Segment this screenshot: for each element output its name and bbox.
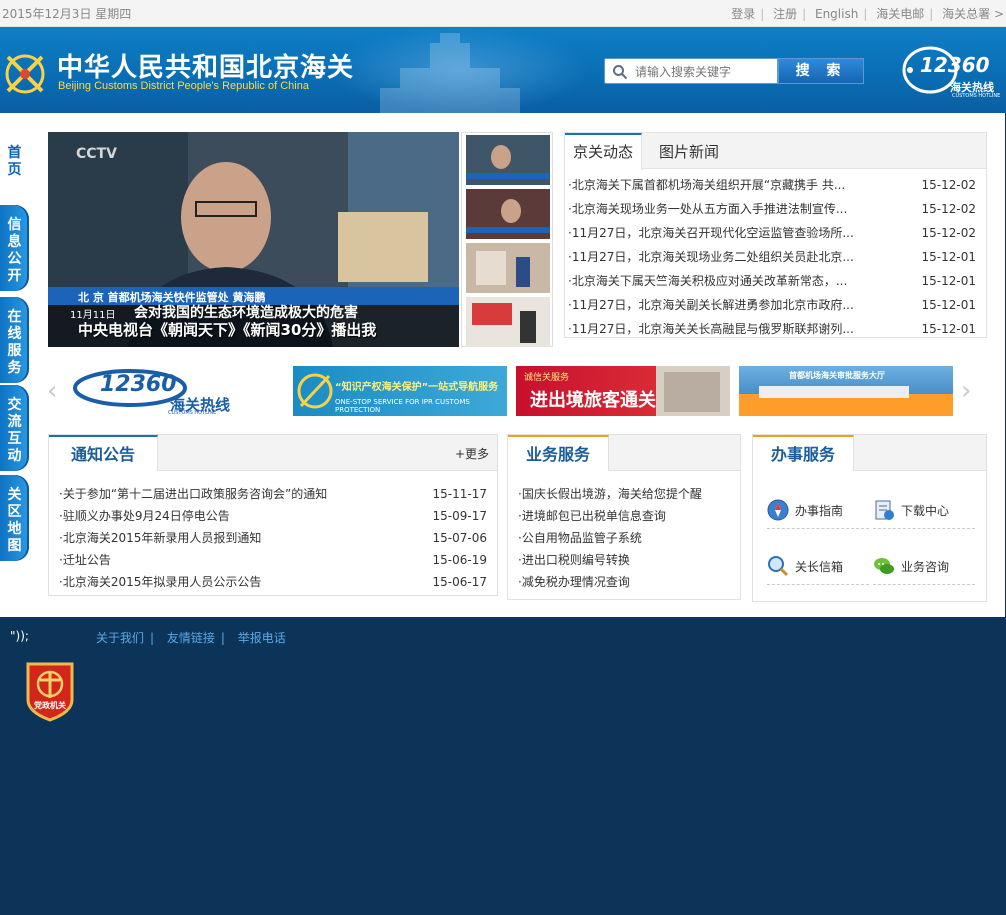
slide-caption[interactable]: 中央电视台《朝闻天下》《新闻30分》播出我: [78, 319, 376, 340]
hotline-en: CUSTOMS HOTLINE: [952, 93, 1001, 99]
footer-friend-link[interactable]: 友情链接: [167, 631, 215, 645]
notices-panel: 通知公告 +更多 ·关于参加“第十二届进出口政策服务咨询会”的通知 15-11-1…: [48, 434, 498, 596]
more-arrow-icon[interactable]: >: [994, 7, 1004, 21]
office-guide-button[interactable]: 办事指南: [767, 489, 869, 529]
list-item[interactable]: ·关于参加“第十二届进出口政策服务咨询会”的通知 15-11-17: [49, 483, 497, 505]
banner-prev-icon[interactable]: ‹: [47, 376, 57, 406]
site-title: 中华人民共和国北京海关: [57, 53, 355, 83]
site-subtitle: Beijing Customs District People's Republ…: [58, 80, 309, 92]
list-item[interactable]: ·驻顺义办事处9月24日停电公告 15-09-17: [49, 505, 497, 527]
hotline-number: 12360: [920, 53, 990, 77]
business-panel: 业务服务 ·国庆长假出境游，海关给您提个醒 ·进境邮包已出税单信息查询 ·公自用…: [507, 434, 741, 600]
list-item[interactable]: ·进出口税则编号转换: [508, 549, 740, 571]
tab-beijing-news[interactable]: 京关动态: [565, 133, 643, 170]
footer-about-link[interactable]: 关于我们: [96, 631, 144, 645]
left-nav: 首页 信息公开 在线服务 交流互动 关区地图: [0, 113, 29, 617]
compass-icon: [767, 499, 789, 521]
news-list: ·北京海关下属首都机场海关组织开展“京藏携手 共... 15-12-02 ·北京海…: [565, 173, 986, 341]
party-badge-icon: [26, 662, 74, 722]
banner-hotline[interactable]: 12360 海关热线 CUSTOMS HOTLINE: [70, 366, 284, 416]
list-item[interactable]: ·北京海关2015年新录用人员报到通知 15-07-06: [49, 527, 497, 549]
slide-thumb-1[interactable]: [466, 135, 550, 185]
news-tabs: 京关动态 图片新闻: [565, 133, 986, 170]
list-item[interactable]: ·北京海关下属首都机场海关组织开展“京藏携手 共... 15-12-02: [565, 173, 986, 197]
top-links: 登录 | 注册 | English | 海关电邮 | 海关总署 >: [731, 7, 1004, 21]
search-icon: [613, 65, 628, 80]
footer-stray-text: "));: [10, 629, 29, 643]
list-item[interactable]: ·北京海关现场业务一处从五方面入手推进法制宣传... 15-12-02: [565, 197, 986, 221]
office-panel: 办事服务 办事指南 下载中心 关长信箱 业务咨询: [752, 434, 987, 602]
list-item[interactable]: ·公自用物品监管子系统: [508, 527, 740, 549]
banner-airport-hall[interactable]: 首都机场海关审批服务大厅: [739, 366, 953, 416]
search-box: [604, 58, 778, 84]
list-item[interactable]: ·国庆长假出境游，海关给您提个醒: [508, 483, 740, 505]
list-item[interactable]: ·迁址公告 15-06-19: [49, 549, 497, 571]
banner-ipr[interactable]: “知识产权海关保护”一站式导航服务 ONE-STOP SERVICE FOR I…: [293, 366, 507, 416]
banner-next-icon[interactable]: ›: [961, 376, 971, 406]
current-date: 2015年12月3日 星期四: [2, 7, 132, 21]
slide-channel-logo: CCTV: [76, 146, 117, 162]
site-header: 中华人民共和国北京海关 Beijing Customs District Peo…: [0, 27, 1006, 113]
news-panel: 京关动态 图片新闻 ·北京海关下属首都机场海关组织开展“京藏携手 共... 15-…: [564, 132, 987, 338]
hotline-logo[interactable]: 12360 海关热线 CUSTOMS HOTLINE: [898, 43, 1004, 101]
nav-interaction[interactable]: 交流互动: [0, 385, 29, 471]
search-input[interactable]: [635, 62, 775, 81]
list-item[interactable]: ·11月27日，北京海关现场业务二处组织关员赴北京... 15-12-01: [565, 245, 986, 269]
footer-links: 关于我们 | 友情链接 | 举报电话: [96, 631, 286, 645]
slide-thumbnails: [461, 132, 553, 347]
list-item[interactable]: ·进境邮包已出税单信息查询: [508, 505, 740, 527]
banner-strip: ‹ 12360 海关热线 CUSTOMS HOTLINE “知识产权海关保护”一…: [29, 362, 1005, 418]
magnifier-icon: [768, 556, 789, 577]
search-button[interactable]: 搜 索: [778, 58, 864, 84]
office-mailbox-button[interactable]: 关长信箱: [767, 545, 869, 585]
slide-thumb-2[interactable]: [466, 189, 550, 239]
list-item[interactable]: ·北京海关2015年拟录用人员公示公告 15-06-17: [49, 571, 497, 593]
office-download-button[interactable]: 下载中心: [873, 489, 975, 529]
banner-hotline-number: 12360: [100, 372, 177, 397]
tab-photo-news[interactable]: 图片新闻: [651, 133, 727, 169]
customs-emblem-icon: [5, 54, 45, 94]
english-link[interactable]: English: [815, 7, 858, 21]
list-item[interactable]: ·北京海关下属天竺海关积极应对通关改革新常态，... 15-12-01: [565, 269, 986, 293]
list-item[interactable]: ·减免税办理情况查询: [508, 571, 740, 593]
download-icon: [875, 500, 894, 520]
business-title[interactable]: 业务服务: [508, 435, 610, 471]
nav-info-disclosure[interactable]: 信息公开: [0, 205, 29, 291]
slide-thumb-3[interactable]: [466, 243, 550, 293]
party-government-badge[interactable]: 党政机关: [24, 660, 76, 722]
list-item[interactable]: ·11月27日，北京海关召开现代化空运监管查验场所... 15-12-02: [565, 221, 986, 245]
list-item[interactable]: ·11月27日，北京海关副关长解进勇参加北京市政府... 15-12-01: [565, 293, 986, 317]
notices-list: ·关于参加“第十二届进出口政策服务咨询会”的通知 15-11-17 ·驻顺义办事处…: [49, 483, 497, 593]
list-item[interactable]: ·11月27日，北京海关关长高融昆与俄罗斯联邦谢列... 15-12-01: [565, 317, 986, 341]
office-consult-button[interactable]: 业务咨询: [873, 545, 975, 585]
office-title[interactable]: 办事服务: [753, 435, 855, 471]
slide-thumb-4[interactable]: [466, 297, 550, 347]
customs-mail-link[interactable]: 海关电邮: [876, 7, 924, 21]
business-list: ·国庆长假出境游，海关给您提个醒 ·进境邮包已出税单信息查询 ·公自用物品监管子…: [508, 483, 740, 593]
notices-more-link[interactable]: +更多: [455, 445, 489, 462]
customs-building-image: [380, 33, 520, 113]
nav-online-service[interactable]: 在线服务: [0, 297, 29, 383]
login-link[interactable]: 登录: [731, 7, 755, 21]
chat-icon: [874, 558, 894, 574]
banner-travelers[interactable]: 诚信关服务 进出境旅客通关: [516, 366, 730, 416]
top-bar: 2015年12月3日 星期四 登录 | 注册 | English | 海关电邮 | 海关…: [0, 0, 1006, 27]
party-badge-label: 党政机关: [34, 701, 66, 710]
nav-district-map[interactable]: 关区地图: [0, 475, 29, 561]
register-link[interactable]: 注册: [773, 7, 797, 21]
footer-report-link[interactable]: 举报电话: [238, 631, 286, 645]
customs-hq-link[interactable]: 海关总署: [942, 7, 990, 21]
notices-title[interactable]: 通知公告: [49, 435, 159, 471]
news-slideshow[interactable]: CCTV 北 京 首都机场海关快件监管处 黄海鹏 11月11日 会对我国的生态环…: [48, 132, 459, 347]
